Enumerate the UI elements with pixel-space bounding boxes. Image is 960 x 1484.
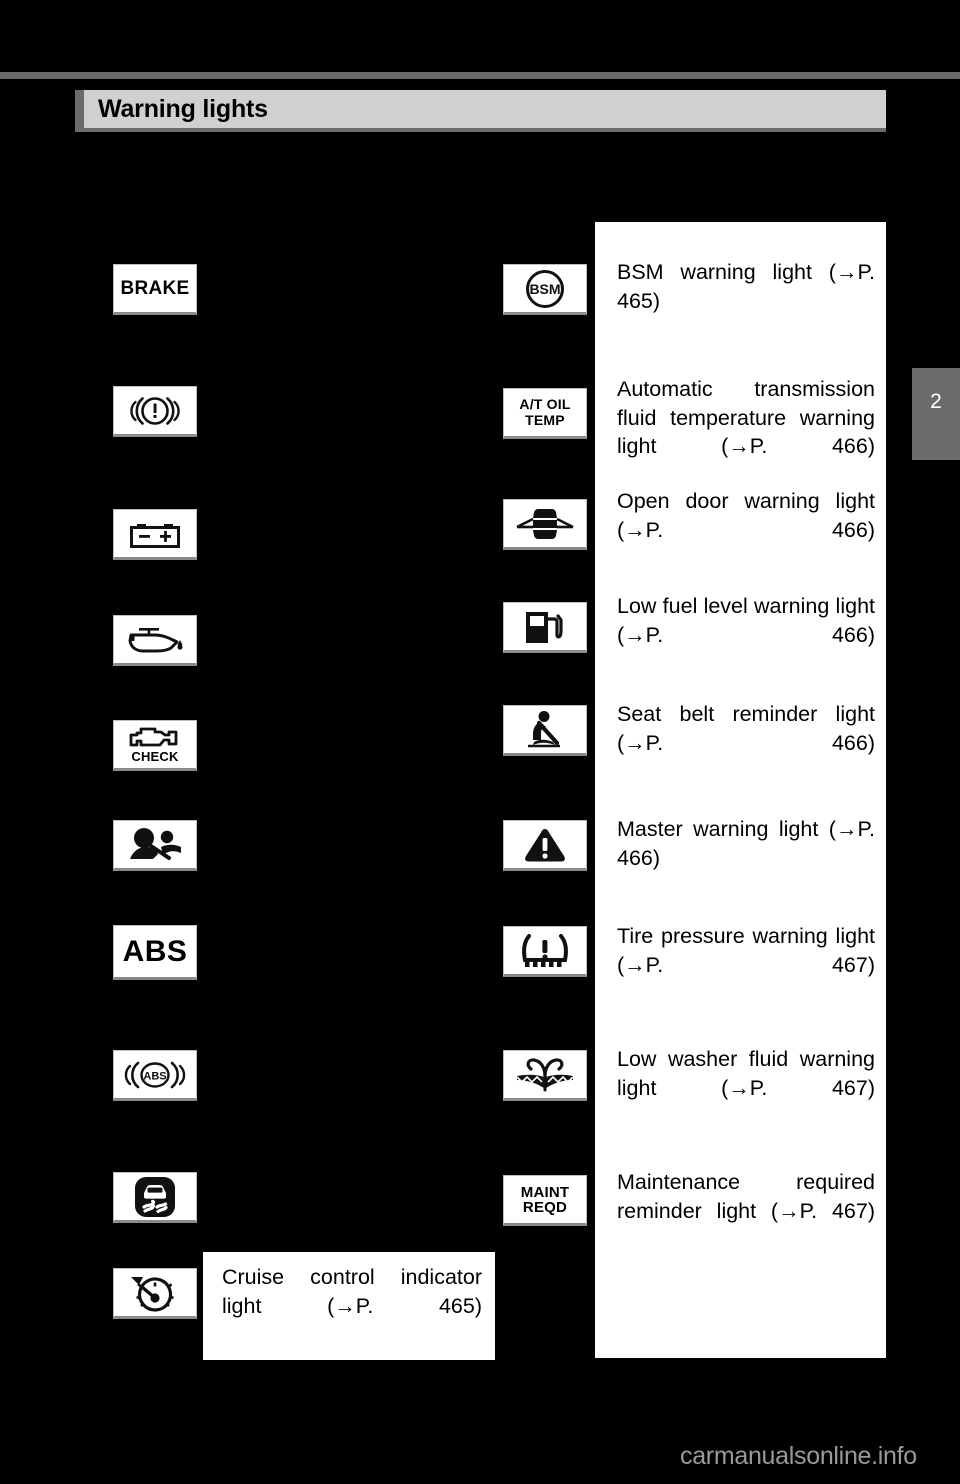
icon-box-seat-belt-reminder [503, 705, 587, 756]
master-warning-description: Master warning light (→P. 466) [617, 817, 875, 870]
icon-box-at-oil-temp-warning: A/T OIL TEMP [503, 388, 587, 439]
header-divider-rule [0, 72, 960, 79]
skid-control-warning-icon [133, 1175, 177, 1219]
brake-system-warning-icon [126, 393, 184, 429]
icon-box-brake-system-warning [113, 386, 197, 437]
tire-pressure-warning-icon [516, 930, 574, 972]
low-fuel-level-warning-icon [520, 607, 570, 647]
maintenance-required-description: Maintenance required reminder light (→P.… [617, 1170, 875, 1223]
icon-box-srs-airbag-warning [113, 820, 197, 871]
icon-box-maintenance-required: MAINT REQD [503, 1175, 587, 1226]
open-door-warning-description: Open door warning light (→P. 466) [617, 489, 875, 542]
icon-box-skid-control-warning [113, 1172, 197, 1223]
malfunction-indicator-icon: CHECK [131, 748, 179, 764]
low-washer-fluid-warning-icon [513, 1056, 577, 1094]
charging-system-warning-icon [128, 518, 182, 550]
bsm-warning-description: BSM warning light (→P. 465) [617, 260, 875, 313]
brake-warning-icon: BRAKE [120, 278, 190, 299]
chapter-tab-number: 2 [930, 390, 942, 413]
icon-box-bsm-warning: BSM [503, 264, 587, 315]
seat-belt-reminder-description: Seat belt reminder light (→P. 466) [617, 702, 875, 755]
icon-box-low-fuel-level-warning [503, 602, 587, 653]
page-title: Warning lights [98, 94, 268, 123]
open-door-warning-icon [514, 505, 576, 543]
low-engine-oil-pressure-icon [125, 624, 185, 656]
bsm-warning-icon: BSM [514, 269, 576, 309]
engine-outline-icon [129, 727, 181, 749]
svg-text:BSM: BSM [529, 281, 560, 297]
maintenance-required-icon: MAINT REQD [520, 1183, 570, 1216]
chapter-tab: 2 [912, 368, 960, 460]
cruise-control-description: Cruise control indicator light (→P. 465) [222, 1265, 482, 1318]
icon-box-open-door-warning [503, 499, 587, 550]
site-watermark: carmanualsonline.info [680, 1442, 917, 1470]
abs-warning-icon: ABS [122, 934, 188, 968]
icon-box-charging-system-warning [113, 509, 197, 560]
at-oil-temp-warning-icon: A/T OIL TEMP [519, 396, 571, 428]
at-oil-temp-warning-description: Automatic transmission fluid temperature… [617, 377, 875, 459]
low-fuel-level-warning-description: Low fuel level warning light (→P. 466) [617, 594, 875, 647]
icon-box-tire-pressure-warning [503, 926, 587, 977]
icon-box-cruise-control-indicator [113, 1268, 197, 1319]
icon-box-abs-warning: ABS [113, 925, 197, 980]
master-warning-icon [520, 825, 570, 865]
section-header-bar: Warning lights [75, 90, 886, 132]
low-washer-fluid-warning-description: Low washer fluid warning light (→P. 467) [617, 1047, 875, 1100]
brake-assist-warning-icon: ABS [119, 1058, 191, 1092]
tire-pressure-warning-description: Tire pressure warning light (→P. 467) [617, 924, 875, 977]
srs-airbag-warning-icon [125, 827, 185, 863]
icon-box-brake-assist-warning: ABS [113, 1050, 197, 1101]
seat-belt-reminder-icon [520, 709, 570, 751]
icon-box-brake-warning: BRAKE [113, 264, 197, 315]
svg-text:ABS: ABS [143, 1070, 166, 1082]
icon-box-malfunction-indicator: CHECK [113, 720, 197, 771]
icon-box-master-warning [503, 820, 587, 871]
icon-box-low-washer-fluid-warning [503, 1050, 587, 1101]
cruise-control-indicator-icon [125, 1272, 185, 1314]
icon-box-low-engine-oil-pressure [113, 615, 197, 666]
